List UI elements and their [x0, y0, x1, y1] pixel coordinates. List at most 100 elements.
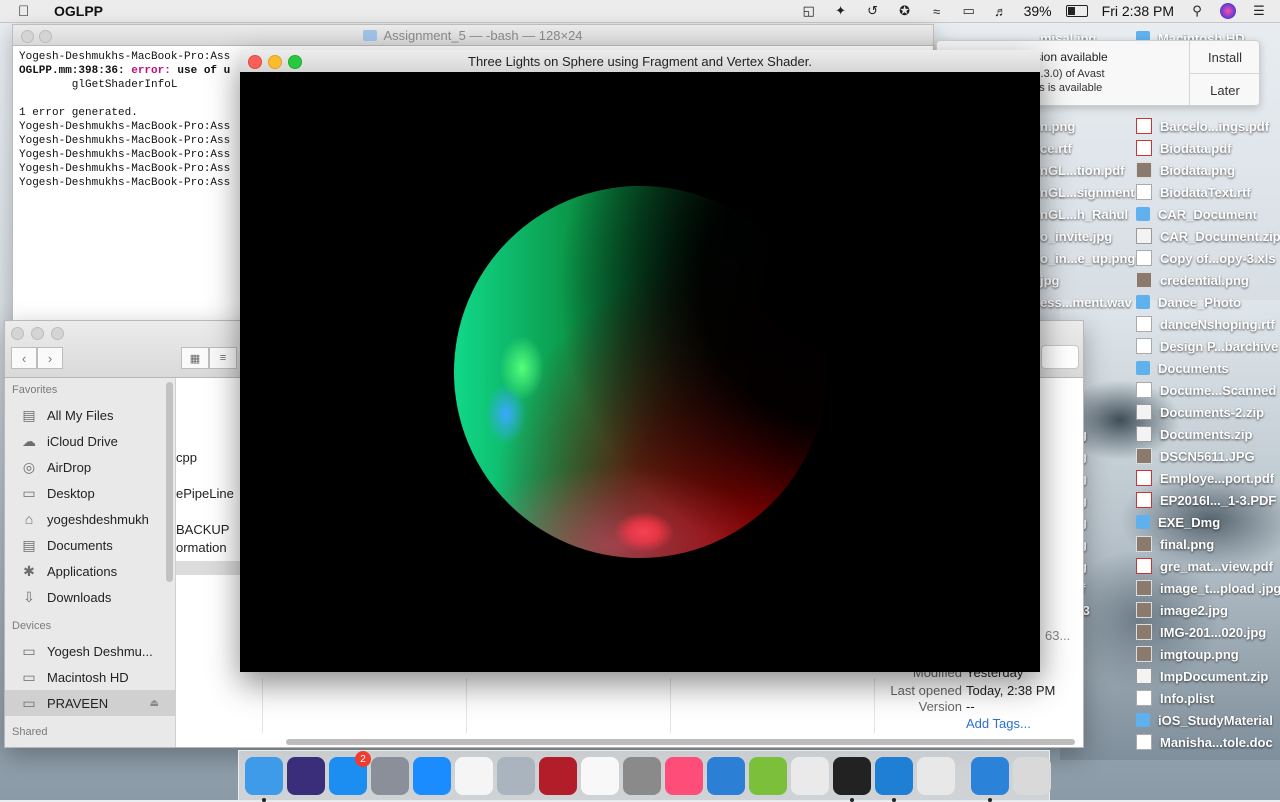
- add-tags-link[interactable]: Add Tags...: [966, 716, 1031, 731]
- zoom-button[interactable]: [51, 327, 64, 340]
- desktop-file[interactable]: Employe...port.pdf: [1136, 468, 1274, 488]
- desktop-file[interactable]: jpg: [1040, 270, 1060, 290]
- forward-button[interactable]: ›: [37, 347, 63, 369]
- android-studio-icon[interactable]: [749, 757, 787, 795]
- column-divider[interactable]: [466, 678, 467, 733]
- photo-booth-icon[interactable]: [539, 757, 577, 795]
- desktop-file[interactable]: nGL...tion.pdf: [1040, 160, 1124, 180]
- desktop-file[interactable]: o_in...e_up.png: [1040, 248, 1135, 268]
- column-divider[interactable]: [670, 678, 671, 733]
- image-capture-icon[interactable]: [497, 757, 535, 795]
- xcode-2-icon[interactable]: [971, 757, 1009, 802]
- finder-icon[interactable]: [245, 757, 283, 802]
- column-divider[interactable]: [874, 678, 875, 733]
- tools-icon[interactable]: ✦: [832, 3, 850, 18]
- desktop-file[interactable]: IMG-201...020.jpg: [1136, 622, 1266, 642]
- sidebar-item-icloud-drive[interactable]: ☁ iCloud Drive: [5, 428, 175, 454]
- desktop-file[interactable]: final.png: [1136, 534, 1214, 554]
- desktop-file[interactable]: CAR_Document: [1136, 204, 1257, 224]
- column-item[interactable]: ormation: [176, 540, 227, 555]
- terminal-icon[interactable]: [833, 757, 871, 802]
- sidebar-scrollbar[interactable]: [166, 382, 173, 582]
- desktop-file[interactable]: credential.png: [1136, 270, 1249, 290]
- list-view-button[interactable]: ≡: [209, 347, 237, 369]
- close-button[interactable]: [11, 327, 24, 340]
- siri-icon[interactable]: [287, 757, 325, 795]
- lock-icon[interactable]: ◱: [800, 3, 818, 18]
- volume-icon[interactable]: ♬: [992, 4, 1010, 19]
- sidebar-item-macintosh-hd[interactable]: ▭ Macintosh HD: [5, 664, 175, 690]
- opengl-titlebar[interactable]: Three Lights on Sphere using Fragment an…: [240, 50, 1040, 73]
- sidebar-item-home[interactable]: ⌂ yogeshdeshmukh: [5, 506, 175, 532]
- desktop-file[interactable]: Manisha...tole.doc: [1136, 732, 1273, 752]
- desktop-file[interactable]: Info.plist: [1136, 688, 1214, 708]
- close-button[interactable]: [21, 30, 34, 43]
- column-divider[interactable]: [262, 678, 263, 733]
- install-button[interactable]: Install: [1190, 41, 1260, 73]
- horizontal-scrollbar[interactable]: [286, 739, 1075, 745]
- minimize-button[interactable]: [39, 30, 52, 43]
- column-item[interactable]: ePipeLine: [176, 486, 234, 501]
- desktop-file[interactable]: Barcelo...ings.pdf: [1136, 116, 1269, 136]
- desktop-file[interactable]: Documents.zip: [1136, 424, 1252, 444]
- desktop-file[interactable]: imgtoup.png: [1136, 644, 1239, 664]
- desktop-file[interactable]: nGL...signment: [1040, 182, 1135, 202]
- desktop-file[interactable]: Copy of...opy-3.xls: [1136, 248, 1276, 268]
- sidebar-item-desktop[interactable]: ▭ Desktop: [5, 480, 175, 506]
- desktop-file[interactable]: Documents: [1136, 358, 1229, 378]
- sidebar-item-all-my-files[interactable]: ▤ All My Files: [5, 402, 175, 428]
- opengl-window[interactable]: Three Lights on Sphere using Fragment an…: [240, 50, 1040, 672]
- finder-search-input[interactable]: [1041, 345, 1079, 369]
- close-button[interactable]: [248, 55, 262, 69]
- column-item[interactable]: BACKUP: [176, 522, 229, 537]
- wifi-icon[interactable]: ≈: [928, 4, 946, 19]
- sidebar-item-applications[interactable]: ✱ Applications: [5, 558, 175, 584]
- itunes-icon[interactable]: [665, 757, 703, 795]
- launchpad-icon[interactable]: [455, 757, 493, 795]
- notification-center-icon[interactable]: ☰: [1250, 3, 1268, 18]
- clock[interactable]: Fri 2:38 PM: [1102, 3, 1174, 19]
- desktop-file[interactable]: Biodata.pdf: [1136, 138, 1232, 158]
- xcode-blueprint-icon[interactable]: [707, 757, 745, 795]
- system-preferences-icon[interactable]: [623, 757, 661, 795]
- desktop-file[interactable]: nGL...h_Rahul: [1040, 204, 1128, 224]
- battery-icon[interactable]: [1065, 5, 1088, 17]
- desktop-file[interactable]: image2.jpg: [1136, 600, 1228, 620]
- time-machine-icon[interactable]: ↺: [864, 3, 882, 18]
- desktop-file[interactable]: EP2016I..._1-3.PDF: [1136, 490, 1276, 510]
- sidebar-item-praveen[interactable]: ▭ PRAVEEN ⏏: [5, 690, 175, 716]
- airplay-icon[interactable]: ▭: [960, 3, 978, 18]
- desktop-file[interactable]: Design P...barchive: [1136, 336, 1278, 356]
- zoom-button[interactable]: [288, 55, 302, 69]
- safari-icon[interactable]: [413, 757, 451, 795]
- chrome-icon[interactable]: [791, 757, 829, 795]
- sidebar-item-downloads[interactable]: ⇩ Downloads: [5, 584, 175, 610]
- bluetooth-icon[interactable]: ✪: [896, 3, 914, 18]
- desktop-file[interactable]: image_t...pload .jpg: [1136, 578, 1280, 598]
- trash-icon[interactable]: [1013, 757, 1051, 795]
- desktop-file[interactable]: EXE_Dmg: [1136, 512, 1220, 532]
- desktop-file[interactable]: ess...ment.wav: [1040, 292, 1132, 312]
- app-menu-name[interactable]: OGLPP: [54, 3, 103, 19]
- desktop-file[interactable]: gre_mat...view.pdf: [1136, 556, 1273, 576]
- desktop-file[interactable]: ImpDocument.zip: [1136, 666, 1268, 686]
- desktop-file[interactable]: Docume...Scanned: [1136, 380, 1276, 400]
- render-canvas[interactable]: [240, 72, 1040, 672]
- eject-icon[interactable]: ⏏: [150, 698, 159, 709]
- sidebar-item-documents[interactable]: ▤ Documents: [5, 532, 175, 558]
- desktop-file[interactable]: CAR_Document.zip: [1136, 226, 1280, 246]
- xcode-icon[interactable]: [875, 757, 913, 802]
- desktop-file[interactable]: DSCN5611.JPG: [1136, 446, 1255, 466]
- desktop-file[interactable]: danceNshoping.rtf: [1136, 314, 1275, 334]
- preview-bird-icon[interactable]: [371, 757, 409, 795]
- apple-menu-icon[interactable]: : [18, 3, 38, 20]
- app-store-icon[interactable]: 2: [329, 751, 371, 795]
- later-button[interactable]: Later: [1190, 73, 1260, 106]
- photos-icon[interactable]: [581, 757, 619, 795]
- desktop-file[interactable]: BiodataText.rtf: [1136, 182, 1251, 202]
- column-item[interactable]: cpp: [176, 450, 197, 465]
- spotlight-search-icon[interactable]: ⚲: [1188, 3, 1206, 18]
- desktop-file[interactable]: Dance_Photo: [1136, 292, 1241, 312]
- instruments-icon[interactable]: [917, 757, 955, 795]
- minimize-button[interactable]: [268, 55, 282, 69]
